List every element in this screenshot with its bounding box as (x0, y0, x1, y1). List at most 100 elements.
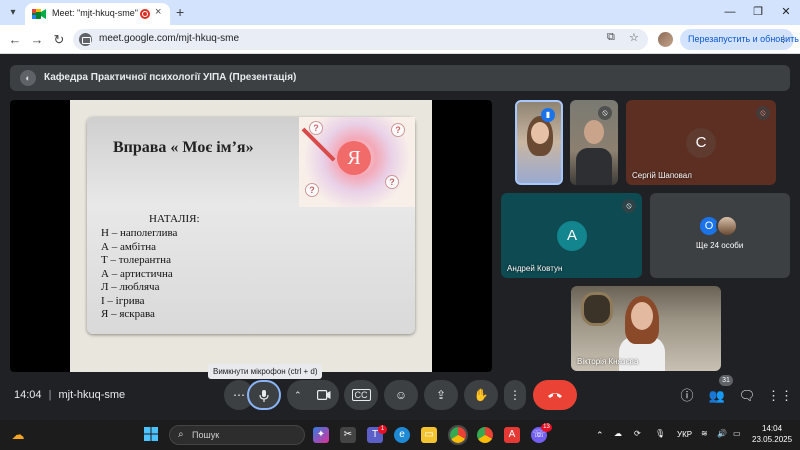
meeting-details-icon[interactable]: ⓘ (677, 386, 697, 406)
back-arrow-icon[interactable]: ← (6, 31, 24, 49)
acrostic-line: Т – толерантна (101, 254, 171, 266)
address-bar[interactable]: meet.google.com/mjt-hkuq-sme ⧉ ☆ (73, 29, 648, 50)
url-text[interactable]: meet.google.com/mjt-hkuq-sme (99, 33, 239, 44)
wifi-icon[interactable]: ≋ (701, 429, 708, 438)
file-explorer-icon[interactable]: ▭ (421, 427, 437, 443)
browser-toolbar: ← → ↻ meet.google.com/mjt-hkuq-sme ⧉ ☆ П… (0, 25, 800, 54)
participant-name: Андрей Ковтун (507, 264, 563, 273)
clock-time[interactable]: 14:04 (762, 424, 782, 433)
tray-sync-icon[interactable]: ⟳ (634, 429, 641, 438)
maximize-button[interactable]: ❐ (744, 3, 772, 21)
tray-expand-icon[interactable]: ⌃ (596, 430, 604, 441)
mic-off-icon: ⦸ (598, 106, 612, 120)
meet-area: ◐ Кафедра Практичної психології УІПА (Пр… (0, 55, 800, 420)
participant-video (576, 148, 612, 185)
tray-microphone-icon[interactable]: 🎙 (655, 429, 665, 438)
battery-icon[interactable]: ▭ (733, 429, 741, 438)
meeting-info: 14:04 | mjt-hkuq-sme (14, 389, 125, 401)
captions-icon: CC (351, 389, 371, 401)
participant-tile-serhii[interactable]: С ⦸ Сергій Шаповал (626, 100, 776, 185)
participant-name: Сергій Шаповал (632, 171, 692, 180)
question-mark-icon: ? (391, 123, 405, 137)
browser-tab-meet[interactable]: Meet: "mjt-hkuq-sme" × (25, 3, 170, 25)
question-mark-icon: ? (305, 183, 319, 197)
people-count-badge: 31 (719, 375, 733, 386)
background-mirror (581, 292, 613, 326)
snipping-tool-icon[interactable]: ✂ (340, 427, 356, 443)
meeting-time: 14:04 (14, 389, 42, 401)
microphone-button[interactable] (247, 380, 281, 410)
participant-avatar-photo (716, 215, 738, 237)
translate-icon[interactable]: ⧉ (607, 31, 615, 44)
forward-arrow-icon[interactable]: → (28, 31, 46, 49)
camera-icon (317, 390, 331, 400)
pdf-reader-icon[interactable]: A (504, 427, 520, 443)
copilot-icon[interactable]: ✦ (313, 427, 329, 443)
mic-off-icon: ⦸ (756, 106, 770, 120)
participant-tile-andrii[interactable]: А ⦸ Андрей Ковтун (501, 193, 642, 278)
people-icon[interactable]: 👥 (707, 386, 727, 406)
question-mark-icon: ? (309, 121, 323, 135)
profile-avatar[interactable] (658, 32, 673, 47)
browser-tab-strip: ▾ Meet: "mjt-hkuq-sme" × + — ❐ ✕ (0, 0, 800, 25)
edge-icon[interactable]: e (394, 427, 410, 443)
clock-date[interactable]: 23.05.2025 (752, 435, 792, 444)
acrostic-list: Н – наполеглива А – амбітна Т – толерант… (101, 227, 177, 322)
activities-icon[interactable]: ⋮⋮ (767, 386, 793, 406)
bookmark-star-icon[interactable]: ☆ (629, 31, 639, 44)
volume-icon[interactable]: 🔊 (717, 429, 727, 438)
reactions-button[interactable]: ☺ (384, 380, 418, 410)
raise-hand-button[interactable]: ✋ (464, 380, 498, 410)
participant-tile[interactable]: ⦸ (570, 100, 618, 185)
presentation-header: ◐ Кафедра Практичної психології УІПА (Пр… (10, 65, 790, 91)
meeting-separator: | (48, 389, 52, 401)
tab-close-button[interactable]: × (155, 6, 161, 18)
chevron-up-icon[interactable]: ⌃ (294, 380, 302, 410)
teams-badge: 1 (378, 425, 387, 434)
new-tab-button[interactable]: + (176, 4, 184, 20)
chat-icon[interactable]: 🗨 (737, 386, 757, 406)
relaunch-update-button[interactable]: Перезапустить и обновить ⋮ (680, 29, 799, 50)
chrome-icon[interactable] (448, 425, 468, 445)
participant-face (631, 302, 653, 330)
slide-art-letter: Я (337, 141, 371, 175)
tray-app-icon[interactable]: ☁ (614, 429, 622, 438)
more-actions-button[interactable]: ⋮ (504, 380, 526, 410)
mic-off-icon: ⦸ (622, 199, 636, 213)
acrostic-line: Я – яскрава (101, 308, 155, 320)
mic-tooltip: Вимкнути мікрофон (ctrl + d) (208, 364, 323, 379)
presenter-avatar: ◐ (20, 70, 36, 86)
acrostic-line: І – ігрива (101, 294, 145, 307)
weather-widget-icon[interactable]: ☁ (10, 427, 26, 443)
hand-icon: ✋ (473, 388, 489, 402)
participant-tile-speaker[interactable]: ▮ (515, 100, 563, 185)
acrostic-line: А – артистична (101, 267, 173, 280)
camera-button[interactable]: ⌃ (287, 380, 339, 410)
participant-avatar: С (686, 128, 716, 158)
tab-title: Meet: "mjt-hkuq-sme" (52, 8, 138, 18)
microphone-icon (259, 390, 269, 402)
vertical-dots-icon: ⋮ (509, 388, 521, 402)
participant-face (531, 122, 549, 144)
meeting-code: mjt-hkuq-sme (58, 389, 126, 401)
present-screen-button[interactable]: ⇪ (424, 380, 458, 410)
taskbar-search[interactable]: ⌕ Пошук (169, 425, 305, 445)
start-button[interactable] (143, 427, 159, 443)
presentation-title: Кафедра Практичної психології УІПА (През… (44, 72, 297, 83)
shared-screen: Вправа « Моє ім’я» ? ? ? ? Я НАТАЛІЯ: Н … (70, 100, 432, 372)
keyboard-language[interactable]: УКР (677, 430, 692, 439)
leave-call-button[interactable] (533, 380, 577, 410)
captions-button[interactable]: CC (344, 380, 378, 410)
more-menu-icon[interactable]: ⋮ (779, 29, 788, 50)
tab-search-icon[interactable]: ▾ (4, 4, 22, 22)
close-window-button[interactable]: ✕ (772, 3, 800, 21)
more-participants-tile[interactable]: О Ще 24 особи (650, 193, 790, 278)
reload-icon[interactable]: ↻ (50, 31, 68, 49)
site-info-icon[interactable] (79, 33, 92, 46)
participant-tile-viktoriia[interactable]: Вікторія Князєва (571, 286, 721, 371)
acrostic-line: Н – наполеглива (101, 227, 178, 239)
search-label: Пошук (192, 430, 220, 440)
chrome-profile-icon[interactable] (477, 427, 493, 443)
acrostic-line: Л – любляча (101, 281, 160, 293)
minimize-button[interactable]: — (716, 3, 744, 21)
